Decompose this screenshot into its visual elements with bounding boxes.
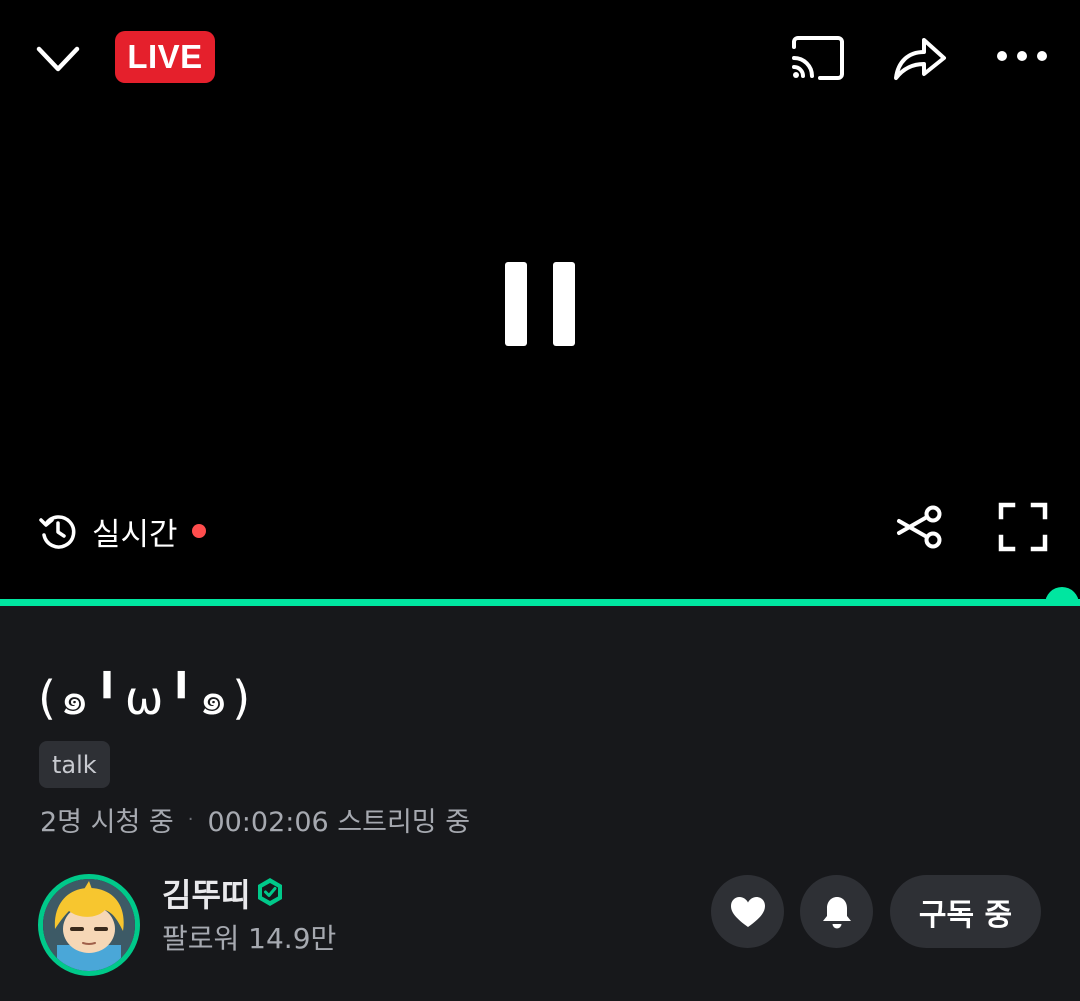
more-icon[interactable]	[996, 48, 1048, 64]
fullscreen-icon[interactable]	[998, 502, 1048, 552]
avatar-illustration	[43, 879, 135, 971]
pause-bar-left	[505, 262, 527, 346]
scissors-icon[interactable]	[896, 505, 944, 549]
avatar[interactable]	[38, 874, 140, 976]
notification-button[interactable]	[800, 875, 873, 948]
pause-button[interactable]	[500, 258, 580, 350]
heart-icon	[730, 896, 765, 927]
category-tag[interactable]: talk	[39, 741, 110, 788]
follower-count: 팔로워 14.9만	[162, 922, 337, 955]
stream-info-panel: (๑╹ω╹๑) talk 2명 시청 중 · 00:02:06 스트리밍 중 김…	[0, 606, 1080, 1001]
chevron-down-icon[interactable]	[34, 40, 82, 80]
live-badge: LIVE	[115, 31, 215, 83]
live-indicator-dot	[191, 524, 206, 538]
realtime-label: 실시간	[92, 516, 178, 553]
meta-separator: ·	[187, 809, 194, 830]
subscribe-button[interactable]: 구독 중	[890, 875, 1041, 948]
video-player[interactable]: LIVE 실시간	[0, 0, 1080, 603]
verified-badge-icon	[258, 878, 282, 906]
cast-icon[interactable]	[790, 33, 846, 83]
stream-meta: 2명 시청 중 · 00:02:06 스트리밍 중	[40, 800, 470, 839]
stream-duration: 00:02:06 스트리밍 중	[207, 807, 471, 838]
progress-fill	[0, 599, 1080, 606]
history-icon	[39, 515, 76, 549]
realtime-button[interactable]: 실시간	[38, 508, 206, 554]
share-icon[interactable]	[892, 34, 948, 82]
progress-bar[interactable]	[0, 599, 1080, 606]
viewer-count: 2명 시청 중	[40, 807, 174, 838]
like-button[interactable]	[711, 875, 784, 948]
stream-title: (๑╹ω╹๑)	[38, 671, 255, 725]
pause-bar-right	[553, 262, 575, 346]
channel-name[interactable]: 김뚜띠	[162, 870, 250, 916]
bell-icon	[822, 896, 851, 928]
